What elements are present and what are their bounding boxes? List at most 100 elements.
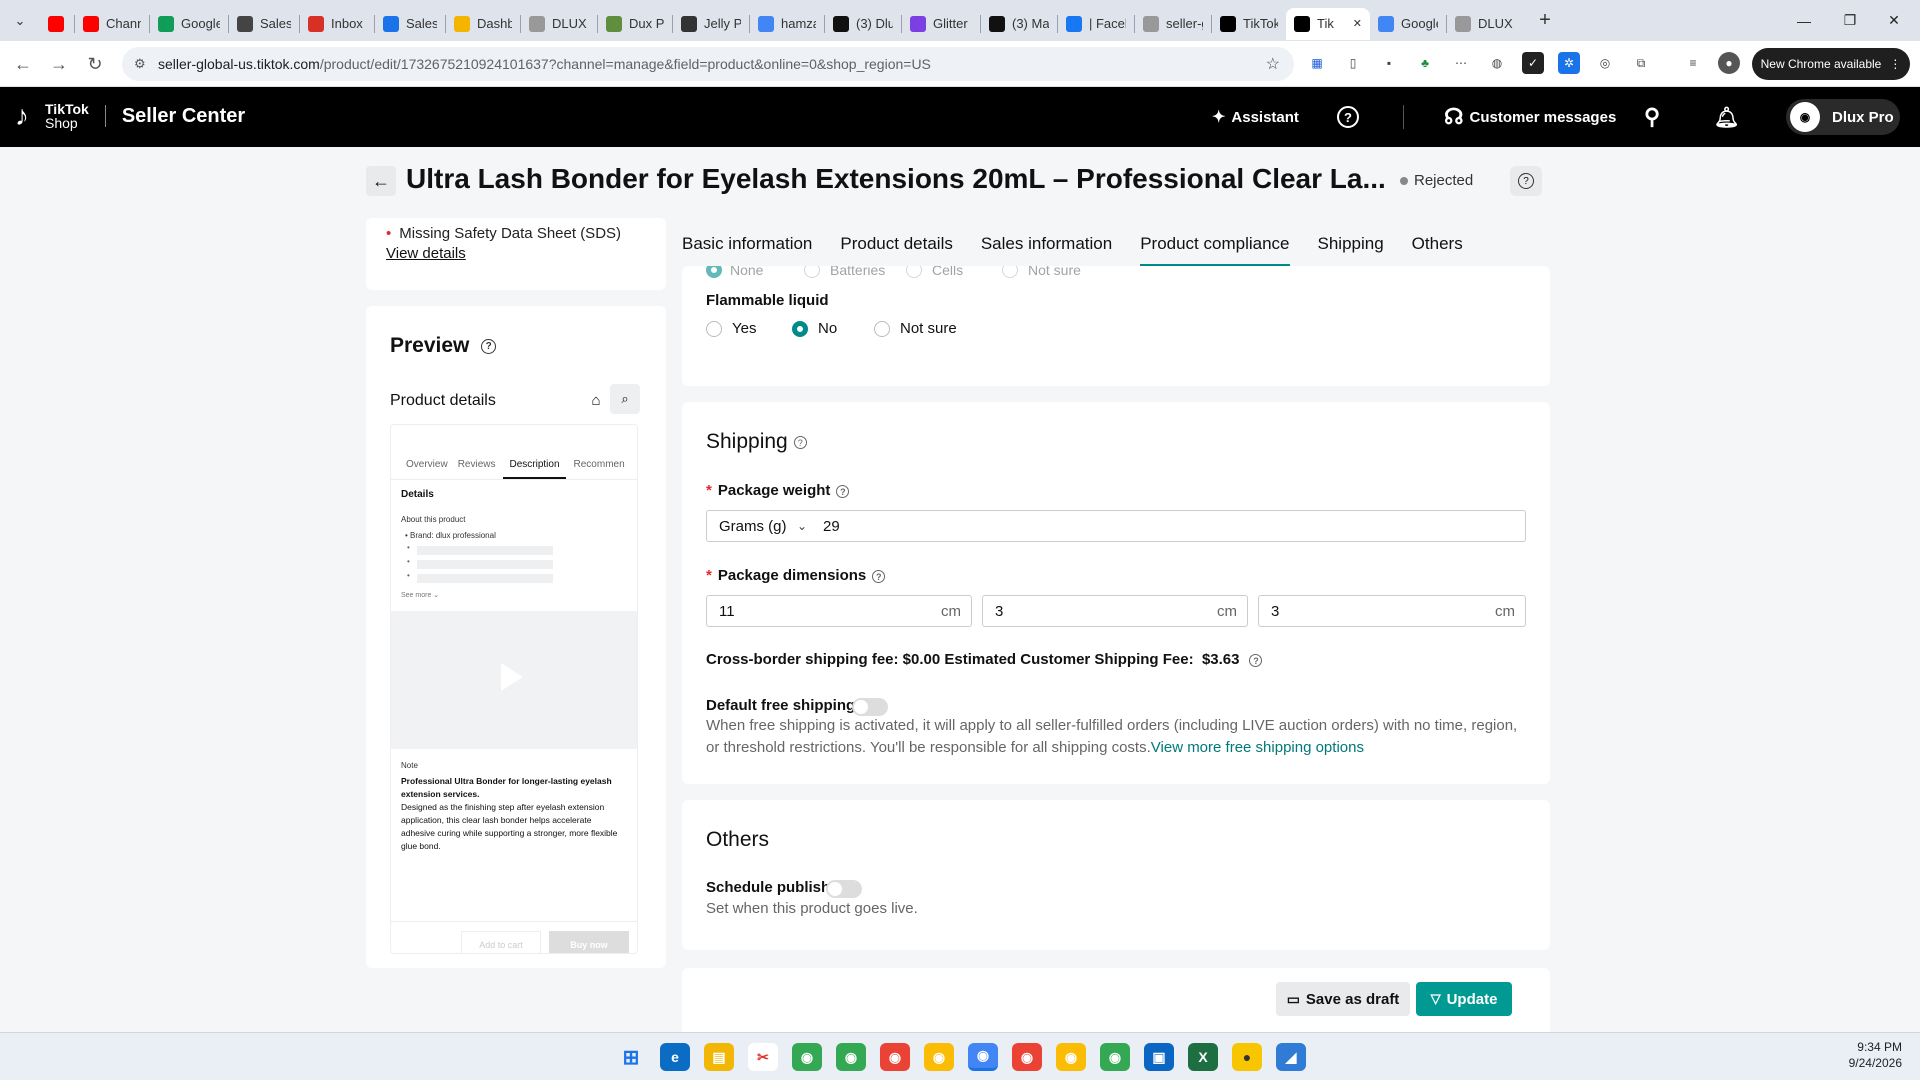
user-switch-icon[interactable]: ⚲ (1644, 87, 1660, 147)
browser-tab[interactable]: Google (1370, 8, 1446, 40)
tab-product-details[interactable]: Product details (840, 222, 952, 266)
browser-tab[interactable]: | Faceb (1058, 8, 1134, 40)
browser-tab[interactable]: Inbox ( (300, 8, 374, 40)
update-button[interactable]: ▽ Update (1416, 982, 1512, 1016)
extension-chart-icon[interactable]: ▦ (1306, 52, 1328, 74)
chrome-icon[interactable]: ◉ (1056, 1043, 1086, 1071)
chrome-icon[interactable]: ◉ (924, 1043, 954, 1071)
edge-icon[interactable]: e (660, 1043, 690, 1071)
radio-circle-selected[interactable] (792, 320, 808, 337)
flammable-no-radio[interactable]: No (792, 320, 837, 337)
extensions-puzzle-icon[interactable]: ⧉ (1630, 52, 1652, 74)
page-help-button[interactable]: ? (1510, 166, 1542, 196)
extension-chat-icon[interactable]: ◍ (1486, 52, 1508, 74)
view-details-link[interactable]: View details (386, 245, 466, 262)
reload-icon[interactable]: ↻ (80, 49, 110, 79)
weight-unit-select[interactable]: Grams (g) ⌄ (707, 518, 815, 535)
browser-tab[interactable]: Channe (75, 8, 149, 40)
chat-app-icon[interactable]: ● (1232, 1043, 1262, 1071)
browser-tab[interactable]: TikTok (1212, 8, 1286, 40)
assistant-button[interactable]: ✦ Assistant (1212, 87, 1299, 147)
extension-doc-icon[interactable]: ▪ (1378, 52, 1400, 74)
browser-tab[interactable]: DLUX F (1447, 8, 1523, 40)
browser-tab[interactable]: Dashb (446, 8, 520, 40)
snipping-tool-icon[interactable]: ✂ (748, 1043, 778, 1071)
shipping-fee-help-icon[interactable]: ? (1249, 653, 1263, 667)
tab-product-compliance[interactable]: Product compliance (1140, 222, 1290, 266)
flammable-yes-radio[interactable]: Yes (706, 320, 756, 337)
chrome-icon[interactable]: ◉ (880, 1043, 910, 1071)
system-clock[interactable]: 9:34 PM 9/24/2026 (1849, 1039, 1902, 1071)
package-weight-help-icon[interactable]: ? (836, 484, 850, 498)
browser-tab[interactable]: Tik ✕ (1286, 7, 1370, 40)
tab-others[interactable]: Others (1412, 222, 1463, 266)
chrome-icon[interactable]: ◉ (1012, 1043, 1042, 1071)
radio-circle[interactable] (706, 320, 722, 337)
browser-tab[interactable]: seller-g (1135, 8, 1211, 40)
radio-circle[interactable] (874, 320, 890, 337)
new-chrome-available-button[interactable]: New Chrome available ⋮ (1752, 48, 1910, 80)
weight-input[interactable]: 29 (815, 518, 1525, 535)
height-input[interactable]: 3 cm (1258, 595, 1526, 627)
extension-gear-icon[interactable]: ✲ (1558, 52, 1580, 74)
extension-dots-icon[interactable]: ⋯ (1450, 52, 1472, 74)
address-bar[interactable]: ⚙ seller-global-us.tiktok.com/product/ed… (122, 47, 1294, 81)
browser-tab[interactable]: Sales T (229, 8, 299, 40)
tab-shipping[interactable]: Shipping (1318, 222, 1384, 266)
start-icon[interactable]: ⊞ (616, 1043, 646, 1071)
extension-leaf-icon[interactable]: ♣ (1414, 52, 1436, 74)
new-tab-button[interactable]: + (1529, 5, 1561, 37)
close-tab-icon[interactable]: ✕ (1353, 17, 1362, 30)
browser-tab[interactable]: Glitter (902, 8, 980, 40)
profile-avatar-icon[interactable]: ● (1718, 52, 1740, 74)
extension-check-icon[interactable]: ✓ (1522, 52, 1544, 74)
bookmark-star-icon[interactable]: ☆ (1266, 54, 1280, 74)
preview-tab-overview[interactable]: Overview (391, 457, 456, 479)
chrome-menu-icon[interactable]: ⋮ (1889, 57, 1901, 71)
chrome-icon[interactable]: ◉ (792, 1043, 822, 1071)
play-icon[interactable] (501, 663, 523, 691)
site-info-icon[interactable]: ⚙ (134, 56, 146, 72)
length-input[interactable]: 11 cm (706, 595, 972, 627)
browser-tab[interactable]: (3) Dlu (825, 8, 901, 40)
browser-tab[interactable]: Google (150, 8, 228, 40)
preview-tab-reviews[interactable]: Reviews (456, 457, 504, 479)
preview-see-more[interactable]: See more ⌄ (401, 591, 439, 599)
notification-bell-icon[interactable]: 🔔︎ (1714, 87, 1739, 147)
extension-globe-icon[interactable]: ◎ (1594, 52, 1616, 74)
preview-tab-recommend[interactable]: Recommen (566, 457, 633, 479)
remote-desktop-icon[interactable]: ▣ (1144, 1043, 1174, 1071)
file-explorer-icon[interactable]: ▤ (704, 1043, 734, 1071)
chrome-active-icon[interactable]: ◉ (968, 1043, 998, 1071)
excel-icon[interactable]: X (1188, 1043, 1218, 1071)
width-input[interactable]: 3 cm (982, 595, 1248, 627)
shopping-bag-icon[interactable]: ⌂ (584, 388, 608, 412)
forward-icon[interactable]: → (44, 49, 74, 79)
save-as-draft-button[interactable]: ▭ Save as draft (1276, 982, 1410, 1016)
tab-search-icon[interactable]: ⌄ (0, 0, 40, 41)
browser-tab[interactable]: DLUX F (521, 8, 597, 40)
browser-tab[interactable]: Jelly Pa (673, 8, 749, 40)
close-window-icon[interactable]: ✕ (1866, 0, 1920, 41)
preview-search-icon[interactable]: ⌕ (610, 384, 640, 414)
free-shipping-toggle[interactable] (852, 698, 888, 716)
preview-help-icon[interactable]: ? (481, 338, 497, 354)
schedule-publish-toggle[interactable] (826, 880, 862, 898)
tab-sales-information[interactable]: Sales information (981, 222, 1112, 266)
tiktok-shop-logo[interactable]: ♪ TikTok Shop Seller Center (15, 101, 245, 131)
help-center-button[interactable]: ? (1337, 87, 1359, 147)
back-icon[interactable]: ← (8, 49, 38, 79)
browser-tab[interactable]: Dux Pr (598, 8, 672, 40)
package-dimensions-help-icon[interactable]: ? (872, 569, 886, 583)
account-menu[interactable]: ◉ Dlux Pro (1786, 99, 1900, 135)
preview-tab-description[interactable]: Description (503, 457, 566, 479)
shipping-help-icon[interactable]: ? (793, 435, 807, 449)
browser-tab[interactable]: hamza (750, 8, 824, 40)
extension-phone-icon[interactable]: ▯ (1342, 52, 1364, 74)
chrome-icon[interactable]: ◉ (1100, 1043, 1130, 1071)
browser-tab[interactable] (40, 8, 74, 40)
customer-messages-button[interactable]: ☊ Customer messages (1444, 87, 1616, 147)
browser-tab[interactable]: (3) Ma (981, 8, 1057, 40)
free-shipping-options-link[interactable]: View more free shipping options (1151, 739, 1364, 756)
back-arrow-button[interactable]: ← (366, 166, 396, 196)
